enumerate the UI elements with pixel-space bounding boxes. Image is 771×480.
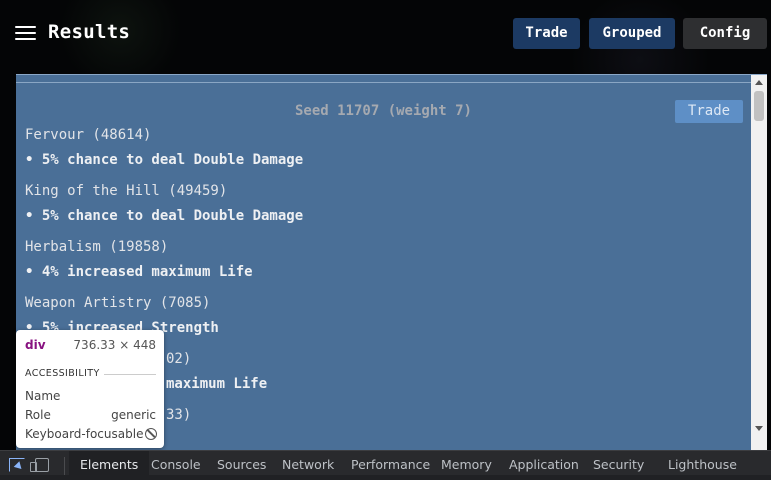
element-tag: div [25,338,46,352]
passive-name: Herbalism (19858) [25,239,169,255]
accessibility-heading: ACCESSIBILITY [25,368,100,379]
passive-mod: maximum Life [166,376,268,392]
accessibility-row-name: Name [25,389,156,403]
list-item: 33) [166,407,191,423]
row-value: generic [111,408,156,422]
accessibility-row-focusable: Keyboard-focusable [25,427,157,441]
list-item: Herbalism (19858) • 4% increased maximum… [25,239,253,280]
passive-mod: • 5% chance to deal Double Damage [25,152,304,168]
passive-name: Weapon Artistry (7085) [25,295,211,311]
passive-name: 02) [166,351,192,367]
passive-name: King of the Hill (49459) [25,183,228,199]
not-allowed-icon [145,428,157,440]
accessibility-row-role: Role generic [25,408,156,422]
element-dimensions: 736.33 × 448 [73,338,156,352]
inspector-tooltip: div 736.33 × 448 ACCESSIBILITY Name Role… [16,330,164,448]
devtools-content-strip [0,475,771,480]
passive-mod: • 4% increased maximum Life [25,264,253,280]
grouped-button[interactable]: Grouped [589,18,675,49]
scroll-up-arrow-icon[interactable] [755,80,763,85]
scroll-down-arrow-icon[interactable] [755,426,763,431]
row-label: Name [25,389,61,403]
device-toolbar-icon[interactable] [30,458,49,472]
hamburger-menu-icon[interactable] [15,25,36,42]
seed-title: Seed 11707 (weight 7) [294,103,472,119]
vertical-scrollbar[interactable] [751,75,767,450]
config-button[interactable]: Config [683,18,767,49]
list-item: 02) maximum Life [166,351,267,392]
row-label: Role [25,408,51,422]
scroll-thumb[interactable] [754,91,764,121]
passive-mod: • 5% chance to deal Double Damage [25,208,304,224]
list-item: King of the Hill (49459) • 5% chance to … [25,183,303,224]
inspect-element-icon[interactable] [9,458,25,472]
divider [64,457,65,475]
passive-name: 33) [166,407,192,423]
page-title: Results [48,21,131,43]
trade-button[interactable]: Trade [513,18,580,49]
header: Results Trade Grouped Config [0,0,771,68]
divider [104,374,156,375]
seed-trade-button[interactable]: Trade [675,100,743,123]
passive-name: Fervour (48614) [25,127,152,143]
list-item: Fervour (48614) • 5% chance to deal Doub… [25,127,303,168]
row-label: Keyboard-focusable [25,427,144,441]
